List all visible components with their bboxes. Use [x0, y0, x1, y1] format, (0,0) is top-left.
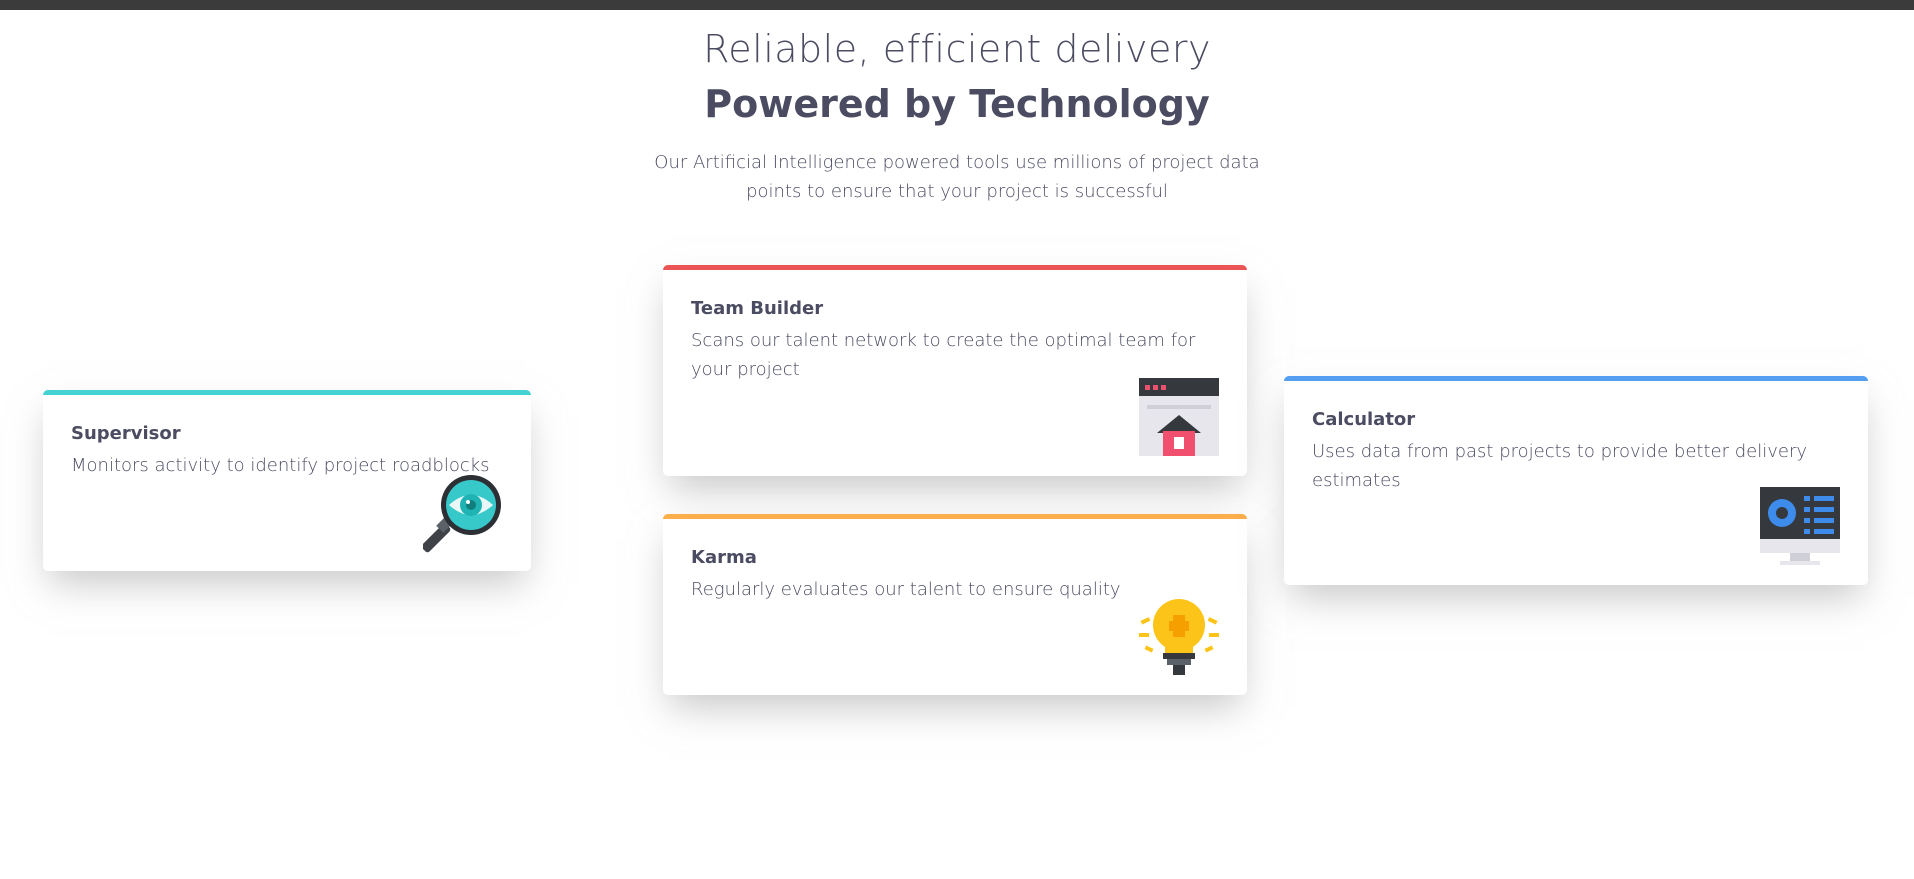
card-title: Calculator — [1312, 409, 1416, 430]
monitor-chart-icon — [1760, 487, 1840, 567]
calculator-card: Calculator Uses data from past projects … — [1284, 376, 1868, 585]
team-builder-card: Team Builder Scans our talent network to… — [663, 265, 1247, 476]
section-title: Powered by Technology — [704, 82, 1210, 126]
card-title: Team Builder — [691, 298, 824, 319]
top-bar — [0, 0, 1914, 10]
karma-card: Karma Regularly evaluates our talent to … — [663, 514, 1247, 695]
supervisor-card: Supervisor Monitors activity to identify… — [43, 390, 531, 571]
card-title: Karma — [691, 547, 757, 568]
lightbulb-icon — [1139, 597, 1219, 677]
card-description: Scans our talent network to create the o… — [691, 330, 1196, 380]
section-intro: Our Artificial Intelligence powered tool… — [654, 152, 1260, 202]
section-subtitle: Reliable, efficient delivery — [703, 27, 1211, 71]
section-header: Reliable, efficient delivery Powered by … — [0, 22, 1914, 206]
browser-house-icon — [1139, 378, 1219, 458]
magnifier-eye-icon — [421, 473, 503, 553]
card-title: Supervisor — [71, 423, 181, 444]
